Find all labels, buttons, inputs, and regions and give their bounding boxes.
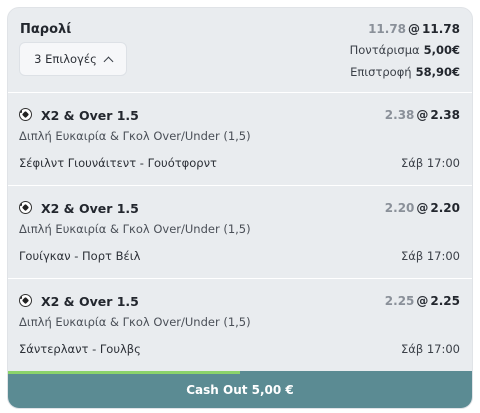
market-name: X2 & Over 1.5 xyxy=(41,294,139,309)
bet-selection[interactable]: X2 & Over 1.5 2.25 @2.25 Διπλή Ευκαιρία &… xyxy=(8,278,472,371)
selection-odds: 2.25 @2.25 xyxy=(385,294,460,308)
bet-slip-header: Παρολί 11.78 @11.78 3 Επιλογές Ποντάρισμα… xyxy=(8,8,472,92)
selection-odds-old: 2.25 xyxy=(384,294,415,308)
selection-odds: 2.20 @2.20 xyxy=(385,201,460,215)
selections-toggle-button[interactable]: 3 Επιλογές xyxy=(19,42,127,76)
event-time: Σάβ 17:00 xyxy=(401,249,460,263)
odds-at-sign: @ xyxy=(416,108,429,122)
selection-odds-old: 2.20 xyxy=(384,201,415,215)
event-name: Σέφιλντ Γιουνάιτεντ - Γουότφορντ xyxy=(19,156,217,170)
bet-selection[interactable]: X2 & Over 1.5 2.20 @2.20 Διπλή Ευκαιρία &… xyxy=(8,185,472,278)
cash-out-progress-bar xyxy=(8,371,240,374)
bet-slip-card: Παρολί 11.78 @11.78 3 Επιλογές Ποντάρισμα… xyxy=(7,7,473,409)
total-odds-new: 11.78 xyxy=(422,22,460,36)
odds-at-sign: @ xyxy=(416,201,429,215)
selection-odds: 2.38 @2.38 xyxy=(385,108,460,122)
market-name: X2 & Over 1.5 xyxy=(41,108,139,123)
football-icon xyxy=(19,201,32,214)
bet-selection[interactable]: X2 & Over 1.5 2.38 @2.38 Διπλή Ευκαιρία &… xyxy=(8,92,472,185)
market-description: Διπλή Ευκαιρία & Γκολ Over/Under (1,5) xyxy=(19,129,251,143)
market-name: X2 & Over 1.5 xyxy=(41,201,139,216)
event-time: Σάβ 17:00 xyxy=(401,156,460,170)
odds-at-sign: @ xyxy=(416,294,429,308)
selection-odds-new: 2.25 xyxy=(430,294,460,308)
event-name: Γουίγκαν - Πορτ Βέιλ xyxy=(19,249,141,263)
selections-count-label: 3 Επιλογές xyxy=(34,52,97,66)
total-odds-old: 11.78 xyxy=(368,22,407,36)
cash-out-button[interactable]: Cash Out 5,00 € xyxy=(8,371,472,408)
football-icon xyxy=(19,108,32,121)
return-row: Επιστροφή 58,90€ xyxy=(350,65,460,79)
stake-row: Ποντάρισμα 5,00€ xyxy=(350,43,460,57)
market-description: Διπλή Ευκαιρία & Γκολ Over/Under (1,5) xyxy=(19,222,251,236)
stake-label: Ποντάρισμα xyxy=(349,43,420,57)
selection-odds-new: 2.20 xyxy=(430,201,460,215)
chevron-up-icon xyxy=(103,56,114,66)
odds-at-sign: @ xyxy=(408,22,421,36)
selection-odds-new: 2.38 xyxy=(430,108,460,122)
total-odds: 11.78 @11.78 xyxy=(368,22,460,36)
return-value: 58,90€ xyxy=(415,65,460,79)
event-name: Σάντερλαντ - Γουλβς xyxy=(19,342,141,356)
market-description: Διπλή Ευκαιρία & Γκολ Over/Under (1,5) xyxy=(19,315,251,329)
stake-value: 5,00€ xyxy=(423,43,460,57)
return-label: Επιστροφή xyxy=(350,65,412,79)
event-time: Σάβ 17:00 xyxy=(401,342,460,356)
selection-odds-old: 2.38 xyxy=(384,108,415,122)
football-icon xyxy=(19,294,32,307)
cash-out-label: Cash Out 5,00 € xyxy=(186,382,294,397)
bet-type-title: Παρολί xyxy=(20,22,72,37)
